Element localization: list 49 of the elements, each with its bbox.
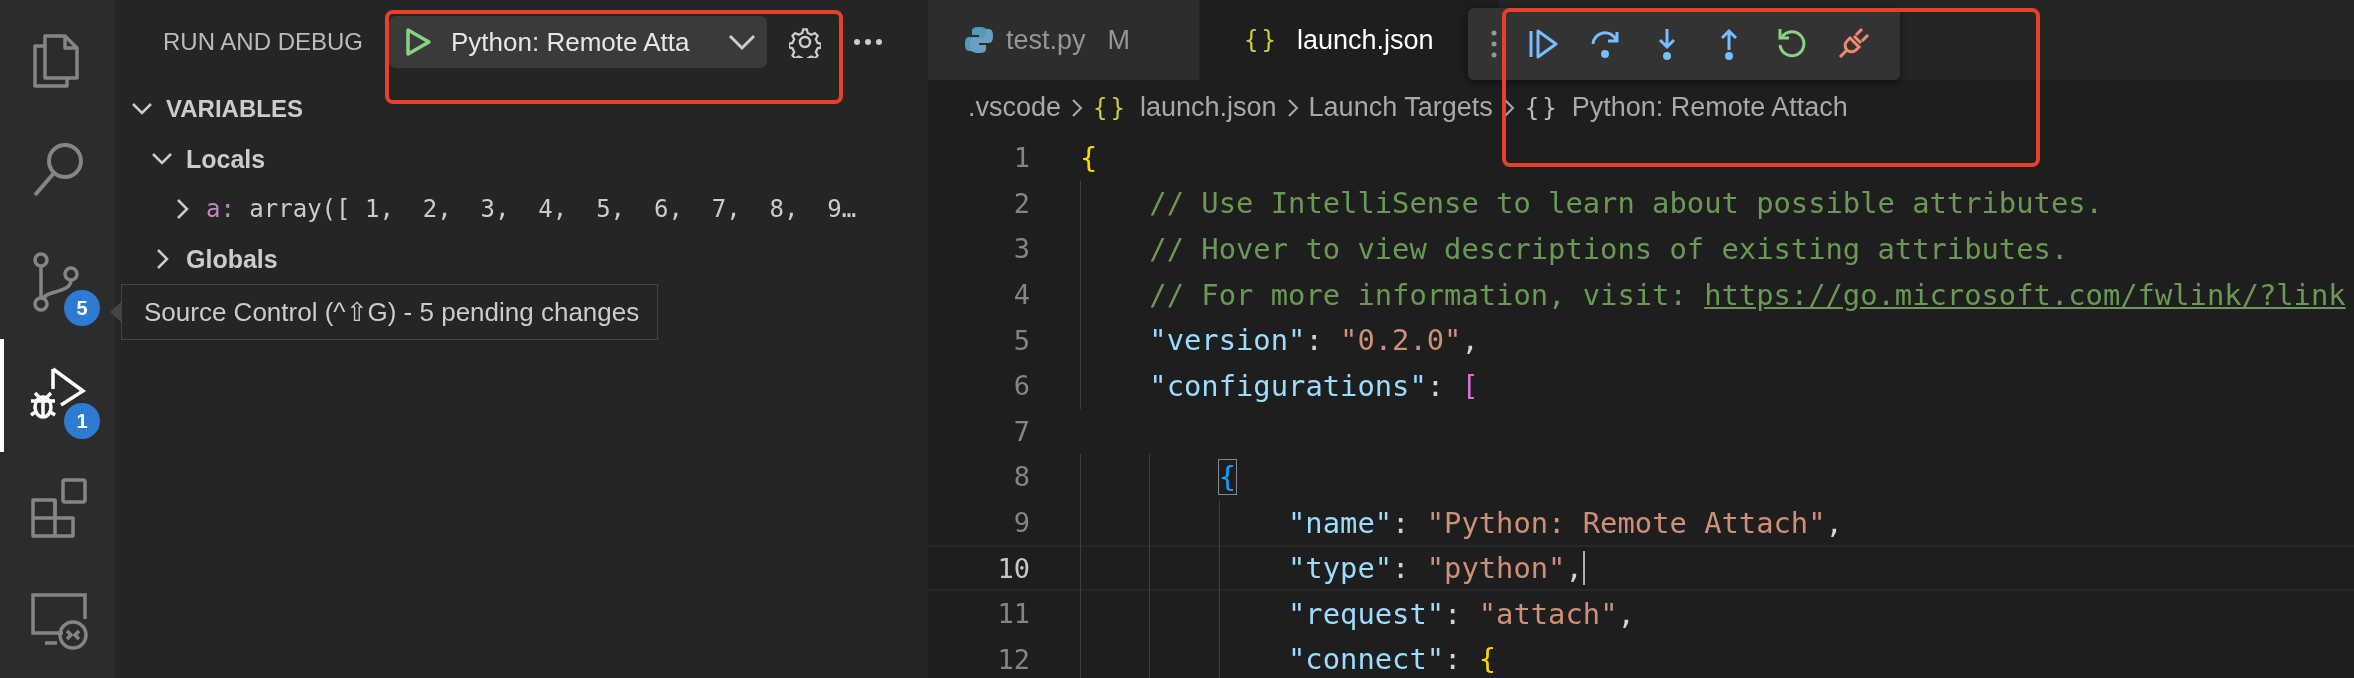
scope-label[interactable]: Locals — [186, 144, 266, 174]
line-number: 11 — [996, 598, 1030, 630]
chevron-right-icon — [1285, 96, 1300, 119]
editor-tab[interactable]: {} launch.json — [1200, 0, 1500, 80]
breadcrumb-item[interactable]: {} launch.json — [1093, 92, 1277, 123]
configuration-dropdown[interactable]: Python: Remote Atta — [389, 16, 768, 68]
line-number: 10 — [996, 552, 1030, 584]
line-number: 7 — [1012, 415, 1030, 447]
drag-handle-icon — [1490, 29, 1498, 59]
code-line: "name": "Python: Remote Attach", — [1288, 505, 1843, 540]
code-line: "configurations": [ — [1149, 368, 1479, 403]
line-number: 9 — [1012, 507, 1030, 539]
scope-label[interactable]: Globals — [186, 244, 278, 274]
editor-tab[interactable]: test.py M — [928, 0, 1200, 80]
tooltip: Source Control (^⇧G) - 5 pending changes — [121, 284, 659, 340]
line-number: 8 — [1012, 461, 1030, 493]
breadcrumb-item[interactable]: {} Python: Remote Attach — [1524, 92, 1848, 123]
text-cursor — [1582, 551, 1585, 586]
section-header[interactable]: VARIABLES — [166, 95, 303, 123]
more-icon[interactable] — [853, 38, 884, 46]
chevron-right-icon — [1070, 96, 1085, 119]
code-line: "type": "python", — [1288, 551, 1583, 586]
breadcrumb-item[interactable]: Launch Targets — [1308, 92, 1493, 123]
link[interactable]: https://go.microsoft.com/fwlink/?link — [1704, 277, 2346, 312]
code-line: { — [1218, 459, 1237, 494]
code-line: // For more information, visit: https://go.microsoft.com/fwlink/?link — [1149, 277, 2346, 312]
chevron-down-icon — [727, 32, 758, 52]
json-icon: {} — [1244, 26, 1279, 54]
line-number: 1 — [1012, 142, 1030, 174]
line-number: 4 — [1012, 279, 1030, 311]
play-icon — [403, 26, 434, 58]
count-badge: 1 — [64, 403, 100, 439]
line-number: 5 — [1012, 324, 1030, 356]
code-line: // Hover to view descriptions of existing attributes. — [1149, 232, 2069, 266]
line-number: 3 — [1012, 233, 1030, 265]
code-line: { — [1080, 140, 1098, 175]
code-line: // Use IntelliSense to learn about possible attributes. — [1149, 186, 2103, 221]
panel-title: RUN AND DEBUG — [163, 28, 364, 56]
python-icon — [964, 25, 994, 55]
line-number: 6 — [1012, 370, 1030, 402]
code-line: "connect": { — [1288, 642, 1497, 677]
line-number: 2 — [1012, 187, 1030, 219]
settings-icon[interactable] — [789, 26, 822, 58]
code-line: "version": "0.2.0", — [1149, 323, 1479, 358]
code-line: "request": "attach", — [1288, 596, 1635, 631]
breadcrumb-item[interactable]: .vscode — [968, 92, 1062, 123]
variable-entry[interactable]: a: array([ 1, 2, 3, 4, 5, 6, 7, 8, 9… — [206, 195, 857, 223]
count-badge: 5 — [64, 290, 100, 326]
line-number: 12 — [996, 643, 1030, 675]
